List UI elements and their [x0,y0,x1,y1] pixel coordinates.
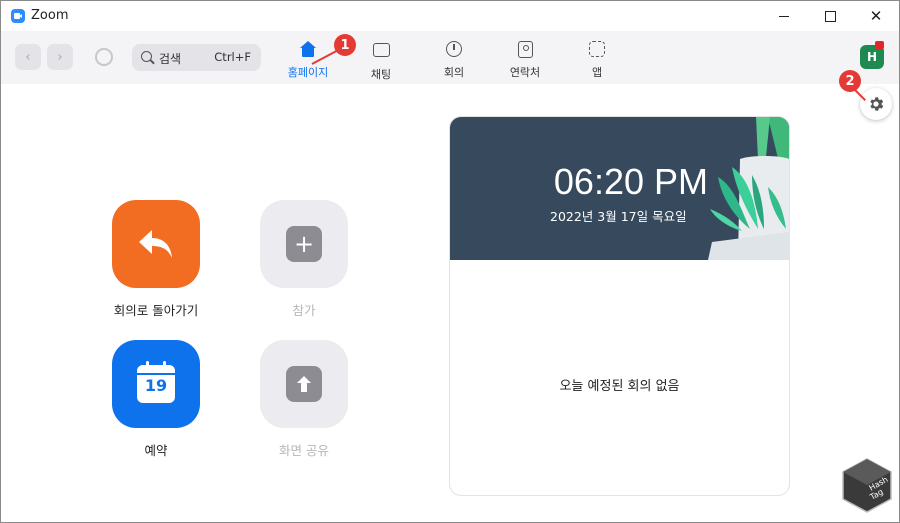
gear-icon [870,97,884,111]
tab-label: 연락처 [509,66,541,79]
tab-home[interactable]: 홈페이지 [278,41,338,81]
tab-contacts[interactable]: 연락처 [495,41,555,81]
maximize-icon [824,10,836,22]
tab-label: 홈페이지 [287,66,329,79]
action-tile[interactable] [112,200,200,288]
tab-chat[interactable]: 채팅 [351,41,411,81]
status-indicator [875,41,884,49]
settings-button[interactable] [860,88,892,120]
back-button[interactable]: ‹ [15,44,41,70]
chat-icon [372,43,390,57]
calendar-day: 19 [144,376,168,395]
tab-apps[interactable]: 앱 [567,41,627,81]
avatar-initial: H [866,50,878,64]
title-bar: Zoom ✕ [1,1,899,31]
card-header: 06:20 PM 2022년 3월 17일 목요일 [450,117,789,260]
action-tile[interactable]: 19 [112,340,200,428]
home-icon [300,41,316,57]
action-label: 화면 공유 [279,443,329,458]
share-screen-button[interactable]: 화면 공유 [260,340,348,459]
chevron-left-icon: ‹ [25,49,31,65]
search-label: 검색 [159,52,182,66]
tab-label: 회의 [443,66,465,79]
window-title: Zoom [31,8,69,23]
action-label: 예약 [144,443,168,458]
search-shortcut: Ctrl+F [214,50,251,64]
action-tile[interactable]: + [260,200,348,288]
contacts-icon [517,41,533,58]
current-date: 2022년 3월 17일 목요일 [550,209,687,224]
minimize-icon [779,15,789,17]
share-up-arrow-icon [286,366,322,402]
upcoming-meetings-card: 06:20 PM 2022년 3월 17일 목요일 오늘 예정된 회의 없음 [449,116,790,496]
search-icon [141,51,152,62]
tab-label: 앱 [591,66,603,79]
maximize-button[interactable] [807,1,853,31]
history-icon [95,48,113,66]
clock-icon [446,41,462,57]
chevron-right-icon: › [57,49,63,65]
action-label: 회의로 돌아가기 [113,303,199,318]
tab-meetings[interactable]: 회의 [424,41,484,81]
annotation-badge: 2 [839,70,861,92]
return-arrow-icon [139,230,172,258]
action-label: 참가 [292,303,316,318]
minimize-button[interactable] [761,1,807,31]
action-tile[interactable] [260,340,348,428]
plus-icon: + [286,226,322,262]
schedule-button[interactable]: 19 예약 [112,340,200,459]
current-time: 06:20 PM [553,161,708,202]
hashtag-logo: Hash Tag [842,458,892,513]
apps-icon [589,41,605,57]
forward-button[interactable]: › [47,44,73,70]
top-toolbar: ‹ › 검색 Ctrl+F 홈페이지 채팅 회의 연락처 앱 H [1,31,899,84]
zoom-app-icon [11,9,25,23]
close-icon: ✕ [869,7,883,25]
annotation-badge: 1 [334,34,356,56]
close-button[interactable]: ✕ [853,1,899,31]
no-meetings-message: 오늘 예정된 회의 없음 [559,379,680,394]
return-to-meeting-button[interactable]: 회의로 돌아가기 [112,200,200,319]
calendar-icon: 19 [137,361,175,403]
zoom-window: Zoom ✕ ‹ › 검색 Ctrl+F 홈페이지 채팅 회의 연락처 앱 H … [0,0,900,523]
join-button[interactable]: + 참가 [260,200,348,319]
search-box[interactable]: 검색 Ctrl+F [132,44,261,71]
history-button[interactable] [91,44,117,70]
tab-label: 채팅 [370,68,392,81]
